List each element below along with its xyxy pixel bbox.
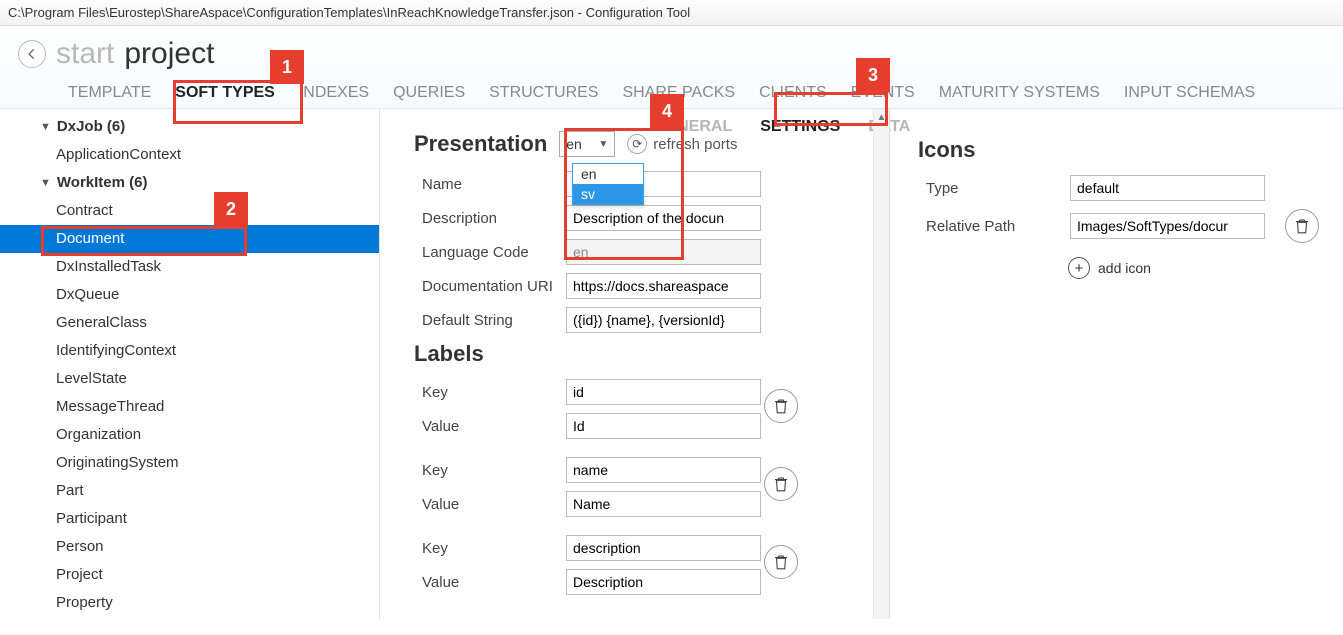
- label-key-input[interactable]: [566, 379, 761, 405]
- langcode-label: Language Code: [414, 244, 566, 261]
- tree-item[interactable]: Part: [0, 477, 379, 505]
- icon-relpath-label: Relative Path: [918, 218, 1070, 235]
- language-dropdown: en sv: [572, 163, 644, 205]
- tab-queries[interactable]: QUERIES: [381, 78, 477, 108]
- trash-icon: [772, 475, 790, 493]
- chevron-down-icon: ▼: [40, 115, 51, 139]
- breadcrumb-start[interactable]: start: [56, 37, 114, 71]
- label-row: Key Value: [414, 457, 869, 517]
- key-label: Key: [414, 540, 566, 557]
- scroll-up-icon[interactable]: ▲: [874, 109, 889, 125]
- tree-item-document[interactable]: Document: [0, 225, 379, 253]
- tree-item[interactable]: DxQueue: [0, 281, 379, 309]
- delete-label-button[interactable]: [764, 545, 798, 579]
- tree-item-app-context[interactable]: ApplicationContext: [0, 141, 379, 169]
- window-title-text: C:\Program Files\Eurostep\ShareAspace\Co…: [8, 5, 690, 20]
- sidebar: ▼ DxJob (6) ApplicationContext ▼ WorkIte…: [0, 109, 380, 619]
- tree-item[interactable]: Property: [0, 589, 379, 617]
- key-label: Key: [414, 384, 566, 401]
- chevron-down-icon: ▼: [598, 139, 608, 150]
- label-value-input[interactable]: [566, 491, 761, 517]
- plus-icon: +: [1068, 257, 1090, 279]
- icon-type-input[interactable]: [1070, 175, 1265, 201]
- breadcrumb: start project: [18, 34, 1325, 74]
- tab-soft-types[interactable]: SOFT TYPES: [163, 78, 287, 108]
- language-selected: en: [566, 136, 582, 152]
- tree-item[interactable]: Project: [0, 561, 379, 589]
- back-arrow-icon: [25, 47, 39, 61]
- label-row: Key Value: [414, 535, 869, 595]
- tab-maturity[interactable]: MATURITY SYSTEMS: [927, 78, 1112, 108]
- annotation-badge-4: 4: [650, 94, 684, 128]
- label-row: Key Value: [414, 379, 869, 439]
- value-label: Value: [414, 574, 566, 591]
- tree-item[interactable]: Contract: [0, 197, 379, 225]
- window-title-bar: C:\Program Files\Eurostep\ShareAspace\Co…: [0, 0, 1343, 26]
- refresh-icon: ⟳: [627, 134, 647, 154]
- back-button[interactable]: [18, 40, 46, 68]
- delete-label-button[interactable]: [764, 467, 798, 501]
- tree-item[interactable]: Participant: [0, 505, 379, 533]
- refresh-ports-button[interactable]: ⟳ refresh ports: [627, 134, 737, 154]
- annotation-badge-1: 1: [270, 50, 304, 84]
- key-label: Key: [414, 462, 566, 479]
- scrollbar[interactable]: ▲: [873, 109, 889, 619]
- value-label: Value: [414, 418, 566, 435]
- tree-group-dxjob[interactable]: ▼ DxJob (6): [0, 113, 379, 141]
- lang-option-en[interactable]: en: [573, 164, 643, 184]
- name-label: Name: [414, 176, 566, 193]
- tree-item[interactable]: LevelState: [0, 365, 379, 393]
- label-key-input[interactable]: [566, 535, 761, 561]
- label-key-input[interactable]: [566, 457, 761, 483]
- annotation-badge-3: 3: [856, 58, 890, 92]
- tree-item[interactable]: Organization: [0, 421, 379, 449]
- tree-item[interactable]: IdentifyingContext: [0, 337, 379, 365]
- label-value-input[interactable]: [566, 413, 761, 439]
- default-string-input[interactable]: [566, 307, 761, 333]
- lang-option-sv[interactable]: sv: [573, 184, 643, 204]
- chevron-down-icon: ▼: [40, 171, 51, 195]
- tab-clients[interactable]: CLIENTS: [747, 78, 839, 108]
- icon-relpath-input[interactable]: [1070, 213, 1265, 239]
- tree-item[interactable]: MessageThread: [0, 393, 379, 421]
- docuri-label: Documentation URI: [414, 278, 566, 295]
- trash-icon: [772, 553, 790, 571]
- presentation-heading: Presentation: [414, 131, 547, 157]
- description-label: Description: [414, 210, 566, 227]
- tree-item[interactable]: Person: [0, 533, 379, 561]
- icons-panel: Icons Type Relative Path + add icon: [890, 109, 1343, 619]
- delete-label-button[interactable]: [764, 389, 798, 423]
- tab-template[interactable]: TEMPLATE: [56, 78, 163, 108]
- icon-type-label: Type: [918, 180, 1070, 197]
- tree-item[interactable]: Role: [0, 617, 379, 619]
- add-icon-button[interactable]: + add icon: [918, 257, 1323, 279]
- tree-item[interactable]: OriginatingSystem: [0, 449, 379, 477]
- value-label: Value: [414, 496, 566, 513]
- langcode-input: [566, 239, 761, 265]
- tab-input-schemas[interactable]: INPUT SCHEMAS: [1112, 78, 1267, 108]
- language-select[interactable]: en ▼: [559, 131, 615, 157]
- content-area: ▼ DxJob (6) ApplicationContext ▼ WorkIte…: [0, 108, 1343, 619]
- label-value-input[interactable]: [566, 569, 761, 595]
- presentation-panel: Presentation en ▼ ⟳ refresh ports en sv …: [380, 109, 890, 619]
- default-string-label: Default String: [414, 312, 566, 329]
- docuri-input[interactable]: [566, 273, 761, 299]
- description-input[interactable]: [566, 205, 761, 231]
- delete-icon-button[interactable]: [1285, 209, 1319, 243]
- trash-icon: [1293, 217, 1311, 235]
- trash-icon: [772, 397, 790, 415]
- labels-heading: Labels: [414, 341, 869, 367]
- annotation-badge-2: 2: [214, 192, 248, 226]
- tree-group-workitem[interactable]: ▼ WorkItem (6): [0, 169, 379, 197]
- icons-heading: Icons: [918, 137, 1323, 163]
- tree-item[interactable]: DxInstalledTask: [0, 253, 379, 281]
- breadcrumb-project[interactable]: project: [124, 37, 214, 71]
- tab-structures[interactable]: STRUCTURES: [477, 78, 610, 108]
- tree-item[interactable]: GeneralClass: [0, 309, 379, 337]
